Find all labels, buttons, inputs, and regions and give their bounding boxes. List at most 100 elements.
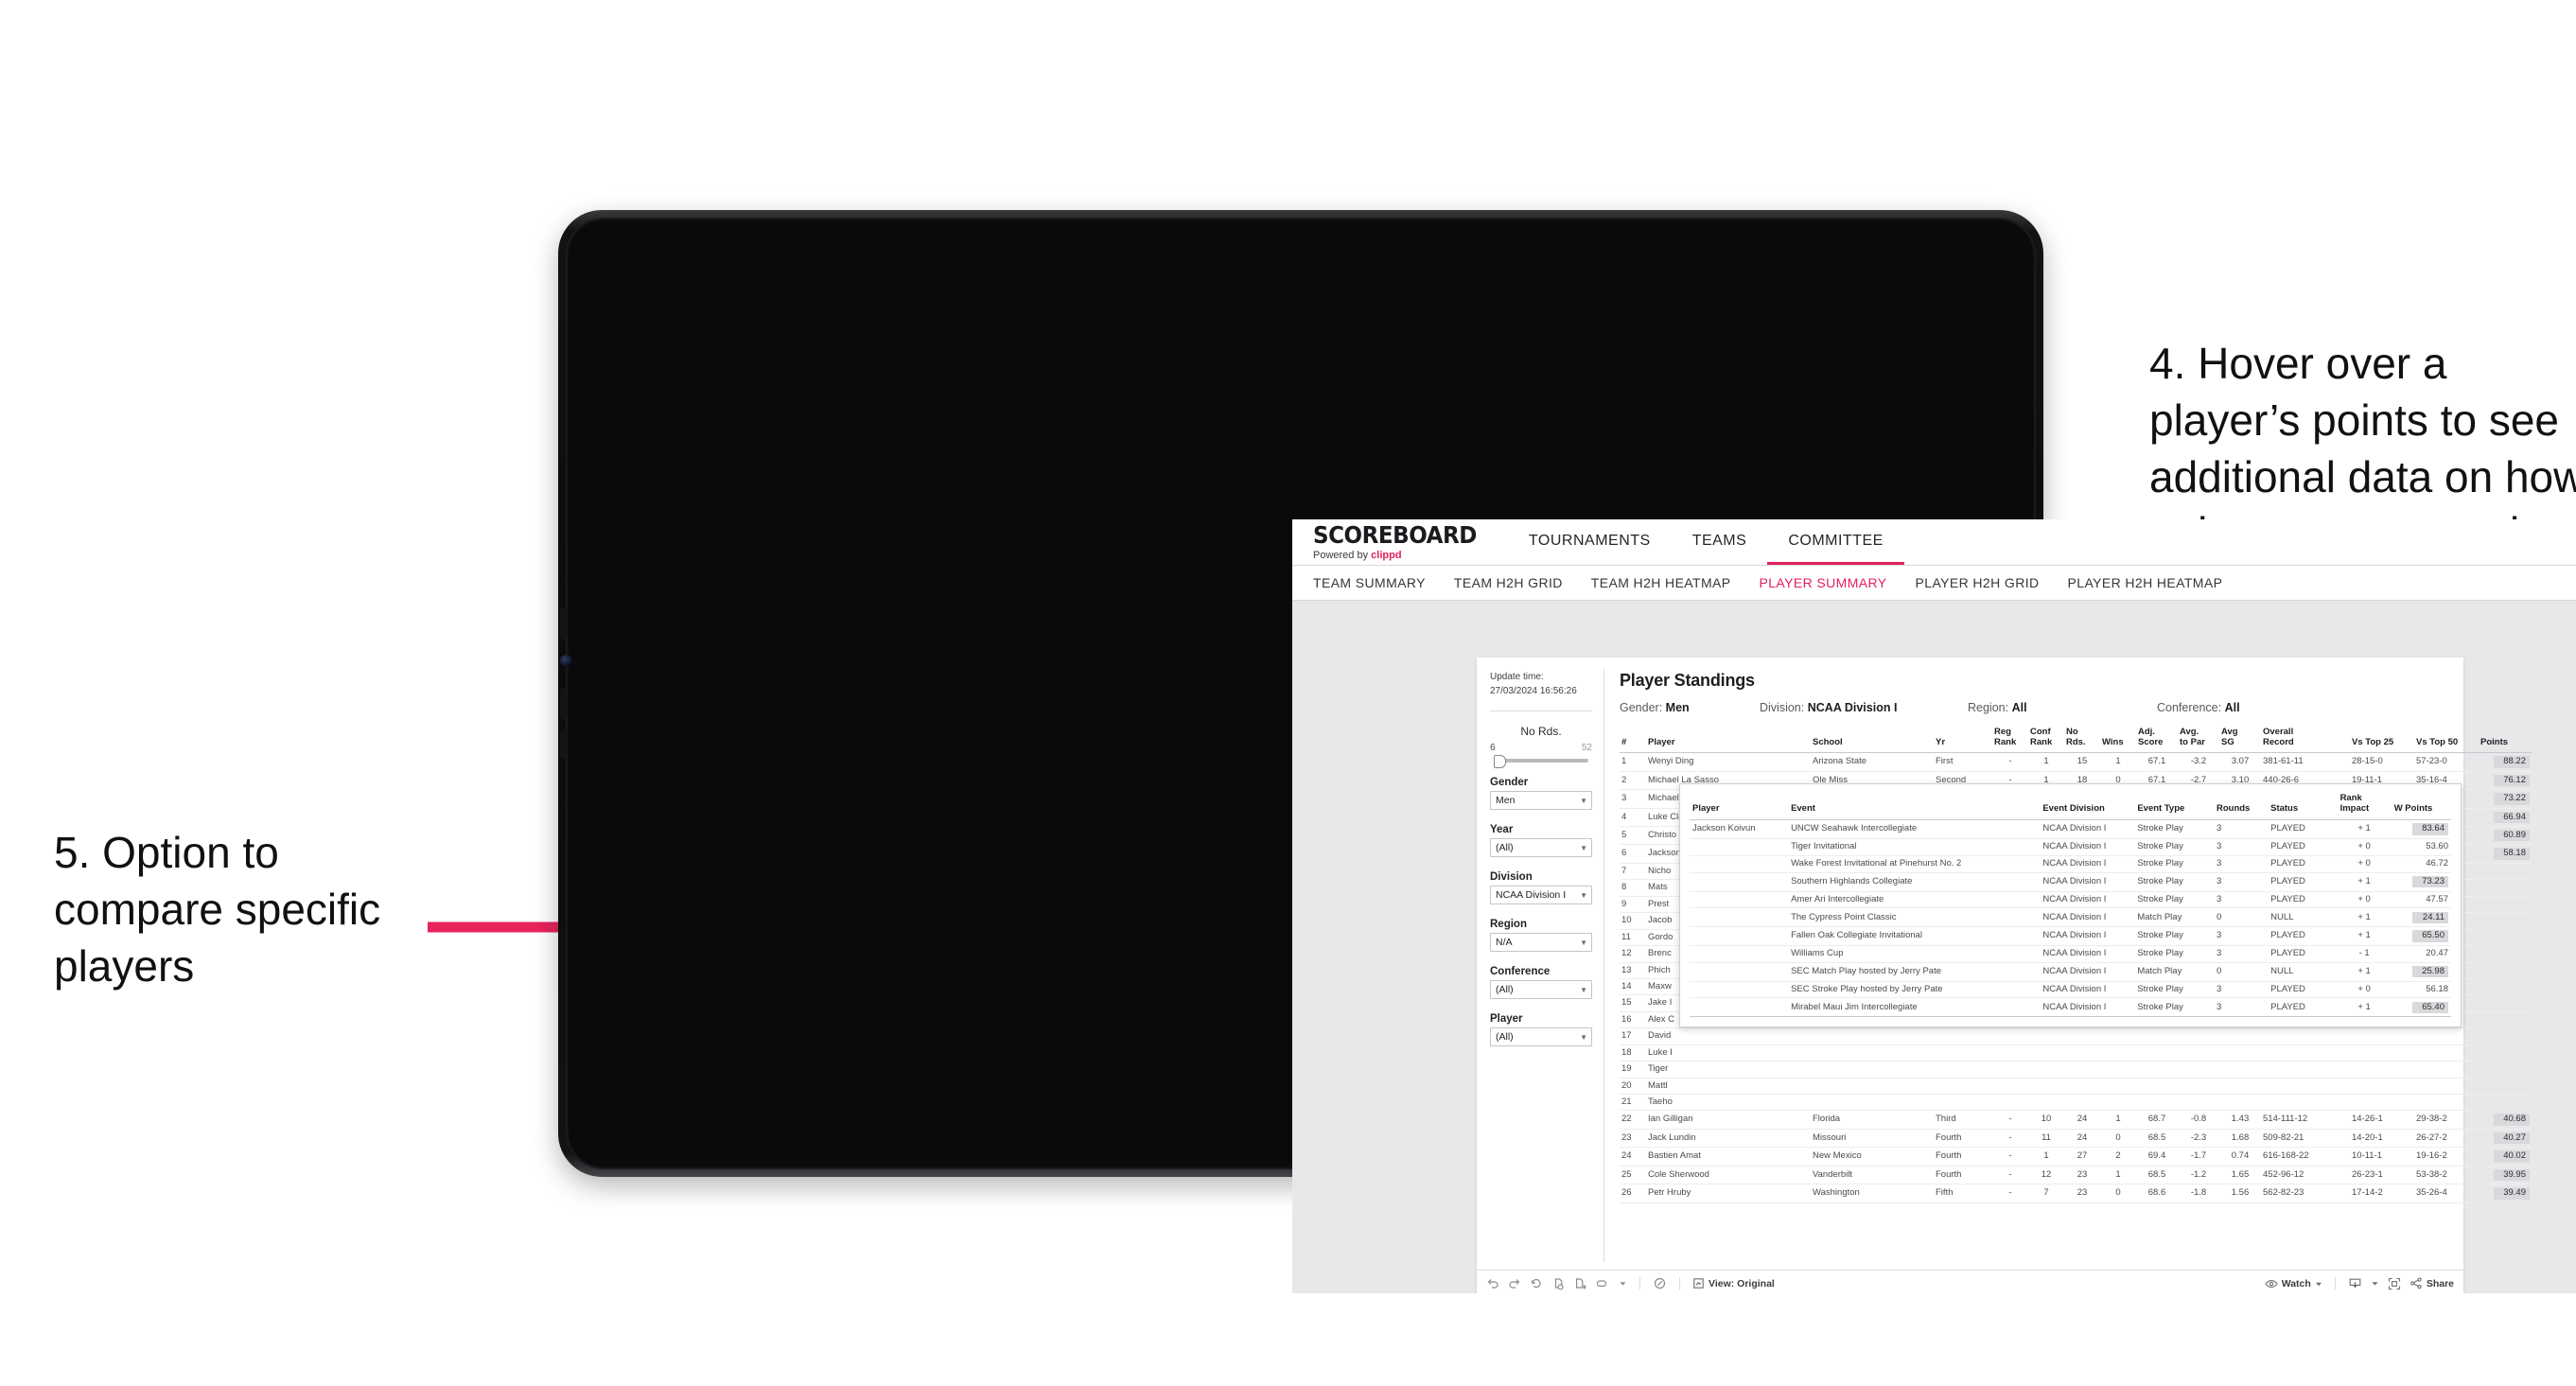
points-value[interactable]: 76.12 xyxy=(2494,774,2530,787)
cell-points[interactable]: 40.27 xyxy=(2479,1129,2532,1149)
cell-points[interactable] xyxy=(2479,912,2532,930)
undo-icon[interactable] xyxy=(1486,1277,1499,1290)
cell-points[interactable] xyxy=(2479,978,2532,996)
subtab-team-h2h-grid[interactable]: TEAM H2H GRID xyxy=(1454,575,1563,590)
filter-division-select[interactable]: NCAA Division I ▼ xyxy=(1490,886,1592,904)
col-school[interactable]: School xyxy=(1811,725,1934,754)
slider-handle[interactable] xyxy=(1494,755,1506,768)
volume-down-button[interactable] xyxy=(560,688,567,720)
table-row[interactable]: 17 David xyxy=(1620,1027,2532,1045)
no-rounds-slider[interactable]: No Rds. 6 52 xyxy=(1490,725,1592,768)
cell-points[interactable] xyxy=(2479,1044,2532,1062)
share-button[interactable]: Share xyxy=(2410,1277,2454,1290)
col-conf-rank[interactable]: Conf Rank xyxy=(2028,725,2064,754)
table-row[interactable]: 26 Petr Hruby Washington Fifth -7 23 0 68.6 -1.8… xyxy=(1620,1184,2532,1203)
cell-points[interactable] xyxy=(2479,879,2532,897)
table-row[interactable]: 20 Mattl xyxy=(1620,1078,2532,1096)
nav-tab-committee[interactable]: COMMITTEE xyxy=(1767,519,1904,565)
points-value[interactable]: 40.02 xyxy=(2494,1150,2530,1163)
cell-points[interactable]: 39.95 xyxy=(2479,1166,2532,1185)
custom-views-icon[interactable] xyxy=(1595,1277,1610,1290)
col-avg-to-par[interactable]: Avg. to Par xyxy=(2178,725,2219,754)
col-reg-rank[interactable]: Reg Rank xyxy=(1992,725,2028,754)
cell-points[interactable] xyxy=(2479,929,2532,947)
slider-track[interactable] xyxy=(1494,755,1588,768)
col-vs-top-25[interactable]: Vs Top 25 xyxy=(2350,725,2414,754)
cell-points[interactable] xyxy=(2479,1094,2532,1112)
points-value[interactable]: 39.95 xyxy=(2494,1168,2530,1182)
cell-points[interactable]: 76.12 xyxy=(2479,771,2532,791)
custom-views-caret-icon[interactable] xyxy=(1619,1279,1627,1288)
download-caret-icon[interactable] xyxy=(2371,1279,2379,1288)
cell-points[interactable]: 88.22 xyxy=(2479,752,2532,772)
col-year[interactable]: Yr xyxy=(1934,725,1992,754)
col-player[interactable]: Player xyxy=(1646,725,1811,754)
points-value[interactable]: 88.22 xyxy=(2494,756,2530,768)
cell-points[interactable]: 73.22 xyxy=(2479,789,2532,809)
points-value[interactable]: 73.22 xyxy=(2494,793,2530,805)
cell-points[interactable] xyxy=(2479,1078,2532,1096)
cell-points[interactable] xyxy=(2479,1061,2532,1079)
filter-region-select[interactable]: N/A ▼ xyxy=(1490,933,1592,952)
table-row[interactable]: 18 Luke I xyxy=(1620,1044,2532,1062)
table-row[interactable]: 21 Taeho xyxy=(1620,1094,2532,1112)
cell-points[interactable] xyxy=(2479,962,2532,979)
filter-conference-select[interactable]: (All) ▼ xyxy=(1490,980,1592,999)
cell-points[interactable] xyxy=(2479,945,2532,963)
refresh-data-icon[interactable] xyxy=(1551,1277,1565,1290)
cell-points[interactable]: 40.68 xyxy=(2479,1110,2532,1130)
cell-points[interactable] xyxy=(2479,994,2532,1012)
col-rank[interactable]: # xyxy=(1620,725,1646,754)
cell-points[interactable]: 39.49 xyxy=(2479,1184,2532,1203)
table-row[interactable]: 19 Tiger xyxy=(1620,1061,2532,1079)
volume-up-button[interactable] xyxy=(560,607,567,640)
points-value[interactable]: 40.27 xyxy=(2494,1132,2530,1145)
subtab-team-h2h-heatmap[interactable]: TEAM H2H HEATMAP xyxy=(1591,575,1731,590)
cell-points[interactable] xyxy=(2479,1027,2532,1045)
cell-points[interactable]: 58.18 xyxy=(2479,844,2532,864)
table-row[interactable]: 22 Ian Gilligan Florida Third -10 24 1 68.7 -0.8… xyxy=(1620,1110,2532,1130)
col-avg-sg[interactable]: Avg SG xyxy=(2219,725,2261,754)
subtab-team-summary[interactable]: TEAM SUMMARY xyxy=(1313,575,1426,590)
nav-tab-teams[interactable]: TEAMS xyxy=(1672,519,1768,565)
table-row[interactable]: 1 Wenyi Ding Arizona State First -1 15 1 67.1 -3… xyxy=(1620,752,2532,772)
col-wins[interactable]: Wins xyxy=(2100,725,2136,754)
points-value[interactable]: 58.18 xyxy=(2494,848,2530,860)
table-row[interactable]: 24 Bastien Amat New Mexico Fourth -1 27 2 69.4-… xyxy=(1620,1147,2532,1167)
col-no-rounds[interactable]: No Rds. xyxy=(2064,725,2100,754)
filter-player-select[interactable]: (All) ▼ xyxy=(1490,1027,1592,1046)
filter-year-select[interactable]: (All) ▼ xyxy=(1490,838,1592,857)
subtab-player-h2h-grid[interactable]: PLAYER H2H GRID xyxy=(1916,575,2040,590)
nav-tab-tournaments[interactable]: TOURNAMENTS xyxy=(1508,519,1672,565)
cell-points[interactable] xyxy=(2479,1011,2532,1029)
power-button[interactable] xyxy=(560,730,567,759)
redo-icon[interactable] xyxy=(1508,1277,1521,1290)
table-row[interactable]: 25 Cole Sherwood Vanderbilt Fourth -12 23 1 68.… xyxy=(1620,1166,2532,1185)
col-adj-score[interactable]: Adj. Score xyxy=(2136,725,2178,754)
points-value[interactable]: 60.89 xyxy=(2494,830,2530,842)
watch-button[interactable]: Watch xyxy=(2265,1278,2322,1290)
table-row[interactable]: 23 Jack Lundin Missouri Fourth -11 24 0 68.5 -2.… xyxy=(1620,1129,2532,1149)
cell-points[interactable]: 40.02 xyxy=(2479,1147,2532,1167)
download-icon[interactable] xyxy=(2348,1277,2362,1290)
cell-points[interactable]: 66.94 xyxy=(2479,808,2532,828)
filter-gender-select[interactable]: Men ▼ xyxy=(1490,791,1592,810)
pause-refresh-icon[interactable] xyxy=(1653,1276,1667,1290)
cell-points[interactable]: 60.89 xyxy=(2479,826,2532,846)
cell-points[interactable] xyxy=(2479,863,2532,881)
brand-logo[interactable]: SCOREBOARD Powered by clippd xyxy=(1292,519,1508,565)
col-overall-record[interactable]: Overall Record xyxy=(2261,725,2350,754)
subtab-player-summary[interactable]: PLAYER SUMMARY xyxy=(1760,575,1887,590)
subtab-player-h2h-heatmap[interactable]: PLAYER H2H HEATMAP xyxy=(2068,575,2223,590)
view-original-button[interactable]: View: Original xyxy=(1692,1277,1775,1290)
cell-sg: 1.56 xyxy=(2219,1184,2261,1203)
pause-auto-updates-icon[interactable] xyxy=(1573,1277,1586,1290)
fullscreen-icon[interactable] xyxy=(2388,1277,2401,1290)
col-points[interactable]: Points xyxy=(2479,725,2532,754)
points-value[interactable]: 66.94 xyxy=(2494,811,2530,823)
col-vs-top-50[interactable]: Vs Top 50 xyxy=(2414,725,2479,754)
points-value[interactable]: 39.49 xyxy=(2494,1187,2530,1200)
points-value[interactable]: 40.68 xyxy=(2494,1114,2530,1126)
cell-points[interactable] xyxy=(2479,896,2532,914)
revert-icon[interactable] xyxy=(1530,1277,1543,1290)
